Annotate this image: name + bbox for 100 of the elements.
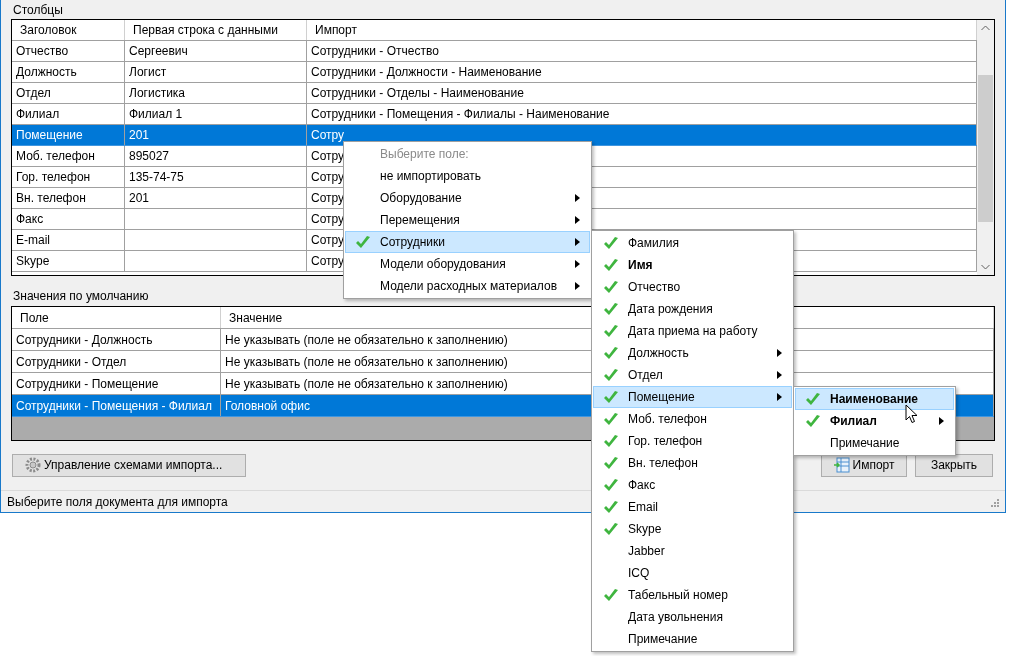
menu-item[interactable]: Отчество — [593, 276, 792, 298]
menu-item[interactable]: Оборудование — [345, 187, 590, 209]
menu-item[interactable]: Факс — [593, 474, 792, 496]
scrollbar[interactable] — [977, 20, 994, 275]
table-cell-text: 135-74-75 — [129, 169, 184, 186]
checkmark-icon — [603, 588, 619, 602]
resize-grip-icon[interactable] — [989, 496, 999, 507]
menu-item[interactable]: Табельный номер — [593, 584, 792, 606]
close-button[interactable]: Закрыть — [915, 453, 993, 477]
submenu-arrow-icon — [574, 282, 580, 290]
table-cell-text: Сотру — [311, 232, 345, 249]
menu-item[interactable]: Перемещения — [345, 209, 590, 231]
mouse-cursor-icon — [905, 404, 918, 424]
table-cell-text: Филиал — [16, 106, 60, 123]
table-row[interactable]: Должность Логист Сотрудники - Должности - Наименование — [12, 62, 977, 83]
table-row[interactable]: Отчество Сергеевич Сотрудники - Отчество — [12, 41, 977, 62]
menu-header: Выберите поле: — [380, 146, 469, 163]
checkmark-icon — [805, 414, 821, 428]
table-cell-text: Головной офис — [225, 397, 310, 415]
table-cell-text: Отчество — [16, 43, 69, 60]
column-header[interactable]: Первая строка с данными — [133, 21, 278, 39]
menu-item[interactable]: Гор. телефон — [593, 430, 792, 452]
table-cell-text: Не указывать (поле не обязательно к заполнению) — [225, 331, 508, 349]
table-cell-text: Сотру — [311, 253, 345, 270]
menu-item[interactable]: Фамилия — [593, 232, 792, 254]
menu-item[interactable]: Вн. телефон — [593, 452, 792, 474]
column-header[interactable]: Заголовок — [20, 21, 77, 39]
group-label: Столбцы — [13, 2, 63, 19]
table-cell-text: Моб. телефон — [16, 148, 95, 165]
menu-item[interactable]: Модели оборудования — [345, 253, 590, 275]
table-cell-text: Сотрудники - Помещения - Филиалы - Наименование — [311, 106, 610, 123]
checkmark-icon — [603, 236, 619, 250]
table-cell-text: Филиал 1 — [129, 106, 183, 123]
checkmark-icon — [603, 456, 619, 470]
menu-item[interactable]: Примечание — [593, 628, 792, 650]
table-cell-text: Сергеевич — [129, 43, 188, 60]
table-cell-text: Отдел — [16, 85, 51, 102]
group-label: Значения по умолчанию — [13, 288, 149, 305]
submenu-arrow-icon — [574, 260, 580, 268]
table-row[interactable]: Отдел Логистика Сотрудники - Отделы - Наименование — [12, 83, 977, 104]
checkmark-icon — [603, 390, 619, 404]
table-cell-text: Сотрудники - Должности - Наименование — [311, 64, 542, 81]
table-icon — [833, 457, 850, 473]
table-cell-text: Сотру — [311, 190, 345, 207]
table-cell-text: Сотру — [311, 127, 345, 144]
menu-item[interactable]: Наименование — [795, 388, 954, 410]
scroll-up-icon[interactable] — [981, 25, 990, 31]
menu-item[interactable]: Дата рождения — [593, 298, 792, 320]
checkmark-icon — [603, 500, 619, 514]
table-cell-text: 201 — [129, 127, 150, 144]
checkmark-icon — [603, 412, 619, 426]
column-header[interactable]: Импорт — [315, 21, 357, 39]
menu-item[interactable]: Дата увольнения — [593, 606, 792, 628]
menu-item[interactable]: не импортировать — [345, 165, 590, 187]
table-cell-text: Skype — [16, 253, 50, 270]
table-cell-text: Не указывать (поле не обязательно к заполнению) — [225, 353, 508, 371]
menu-item[interactable]: Skype — [593, 518, 792, 540]
checkmark-icon — [355, 235, 371, 249]
table-cell-text: Сотру — [311, 169, 345, 186]
submenu-arrow-icon — [574, 216, 580, 224]
table-cell-text: E-mail — [16, 232, 50, 249]
table-cell-text: Помещение — [16, 127, 83, 144]
checkmark-icon — [603, 258, 619, 272]
column-header[interactable]: Поле — [20, 308, 49, 327]
status-text: Выберите поля документа для импорта — [7, 493, 228, 511]
column-header[interactable]: Значение — [229, 308, 283, 327]
table-cell-text: Гор. телефон — [16, 169, 91, 186]
menu-item[interactable]: ICQ — [593, 562, 792, 584]
table-cell-text: Сотрудники - Отделы - Наименование — [311, 85, 524, 102]
checkmark-icon — [603, 346, 619, 360]
table-cell-text: Сотру — [311, 148, 345, 165]
table-row[interactable]: Помещение 201 Сотру — [12, 125, 977, 146]
manage-schemes-button[interactable]: Управление схемами импорта... — [12, 453, 246, 477]
table-cell-text: Сотрудники - Помещение — [16, 375, 159, 393]
menu-item[interactable]: Помещение — [593, 386, 792, 408]
gear-icon — [25, 457, 41, 473]
table-cell-text: Логист — [129, 64, 167, 81]
table-cell-text: Логистика — [129, 85, 185, 102]
menu-item[interactable]: Jabber — [593, 540, 792, 562]
table-cell-text: Должность — [16, 64, 77, 81]
table-cell-text: Сотру — [311, 211, 345, 228]
checkmark-icon — [603, 302, 619, 316]
checkmark-icon — [603, 368, 619, 382]
submenu-arrow-icon — [776, 349, 782, 357]
menu-item[interactable]: Модели расходных материалов — [345, 275, 590, 297]
checkmark-icon — [603, 478, 619, 492]
menu-item[interactable]: Email — [593, 496, 792, 518]
checkmark-icon — [603, 522, 619, 536]
submenu-arrow-icon — [574, 194, 580, 202]
table-cell-text: Не указывать (поле не обязательно к заполнению) — [225, 375, 508, 393]
submenu-arrow-icon — [776, 371, 782, 379]
table-cell-text: Вн. телефон — [16, 190, 86, 207]
menu-item[interactable]: Сотрудники — [345, 231, 590, 253]
table-cell-text: Сотрудники - Помещения - Филиал — [16, 397, 212, 415]
table-cell-text: 201 — [129, 190, 150, 207]
scroll-down-icon[interactable] — [981, 264, 990, 270]
scrollbar-thumb[interactable] — [978, 75, 993, 222]
menu-item[interactable]: Примечание — [795, 432, 954, 454]
table-cell-text: Сотрудники - Должность — [16, 331, 153, 349]
checkmark-icon — [603, 324, 619, 338]
